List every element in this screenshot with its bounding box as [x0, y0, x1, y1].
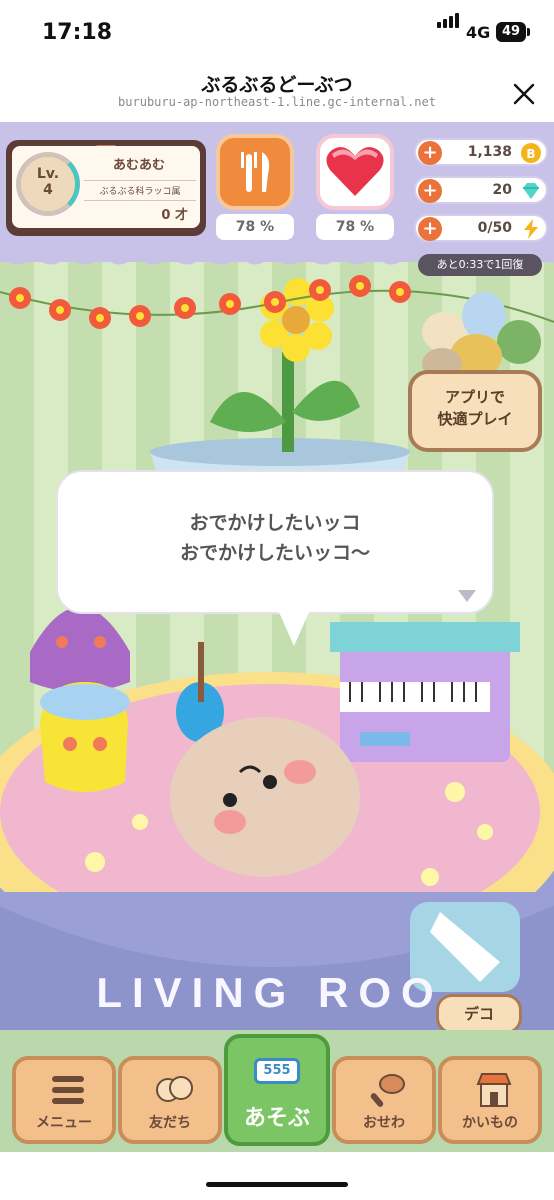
nav-menu-button[interactable]: メニュー [12, 1056, 116, 1144]
app-play-button[interactable]: アプリで 快適プレイ [408, 370, 542, 452]
app-button-line1: アプリで [444, 388, 505, 406]
add-energy-icon[interactable]: + [418, 217, 442, 241]
level-badge: Lv. 4 [16, 152, 80, 216]
nav-play-button[interactable]: 555 あそぶ [224, 1034, 330, 1146]
hunger-percent: 78 % [216, 214, 294, 240]
coin-value: 1,138 [467, 144, 512, 160]
add-gems-icon[interactable]: + [418, 179, 442, 203]
fork-knife-icon [241, 152, 270, 192]
gem-value: 20 [492, 182, 512, 198]
next-arrow-icon [458, 590, 476, 602]
nav-shop-label: かいもの [462, 1115, 518, 1131]
gem-icon [523, 183, 539, 199]
add-coins-icon[interactable]: + [418, 141, 442, 165]
nav-care-button[interactable]: おせわ [332, 1056, 436, 1144]
player-age: 0 才 [161, 208, 188, 223]
level-value: 4 [43, 182, 53, 198]
nav-friends-button[interactable]: 友だち [118, 1056, 222, 1144]
energy-value: 0/50 [477, 220, 512, 236]
battery-icon: 49 [496, 22, 530, 42]
brush-icon [370, 1074, 405, 1107]
speech-bubble-tail [278, 610, 310, 646]
heart-icon [326, 147, 384, 196]
lightning-icon [524, 219, 538, 239]
level-label: Lv. [36, 166, 60, 182]
speech-bubble[interactable]: おでかけしたいッコ おでかけしたいッコ〜 [56, 470, 494, 614]
page-url: buruburu-ap-northeast-1.line.gc-internal… [118, 95, 436, 109]
nav-friends-label: 友だち [149, 1115, 191, 1131]
energy-counter[interactable]: + 0/50 [414, 214, 548, 242]
menu-icon [52, 1076, 84, 1104]
speech-line1: おでかけしたいッコ [189, 512, 361, 534]
friends-icon [156, 1076, 193, 1102]
nav-shop-button[interactable]: かいもの [438, 1056, 542, 1144]
nav-menu-label: メニュー [36, 1115, 92, 1131]
deco-button[interactable]: デコ [436, 994, 522, 1034]
page-title: ぶるぶるどーぶつ [201, 74, 353, 96]
speech-line2: おでかけしたいッコ〜 [179, 542, 370, 564]
hunger-stat[interactable] [216, 134, 294, 210]
love-stat[interactable] [316, 134, 394, 210]
game-canvas: LIVING ROO Lv. 4 あむあむ ぶるぶる科ラッコ属 0 才 78 %… [0, 122, 554, 1152]
home-indicator-bar [0, 1152, 554, 1200]
love-percent: 78 % [316, 214, 394, 240]
slot-machine-icon: 555 [254, 1058, 300, 1084]
gem-counter[interactable]: + 20 [414, 176, 548, 204]
nav-care-label: おせわ [363, 1115, 405, 1131]
browser-header: ぶるぶるどーぶつ buruburu-ap-northeast-1.line.gc… [0, 64, 554, 122]
player-species: ぶるぶる科ラッコ属 [84, 180, 196, 201]
coin-icon: B [521, 143, 541, 163]
app-button-line2: 快適プレイ [437, 410, 513, 428]
close-icon[interactable] [510, 80, 538, 108]
status-time: 17:18 [42, 20, 113, 45]
network-type: 4G [466, 23, 491, 42]
coin-counter[interactable]: + 1,138 B [414, 138, 548, 166]
svg-text:B: B [526, 147, 535, 161]
status-bar: 17:18 4G 49 [0, 0, 554, 64]
app-screen: 17:18 4G 49 ぶるぶるどーぶつ buruburu-ap-northea… [0, 0, 554, 1200]
energy-recovery-timer: あと0:33で1回復 [418, 254, 542, 276]
room-sign: LIVING ROO [96, 969, 443, 1016]
friends-group-icon [422, 292, 541, 380]
shop-icon [476, 1073, 512, 1107]
player-info-card[interactable]: Lv. 4 あむあむ ぶるぶる科ラッコ属 0 才 [6, 140, 206, 236]
nav-play-label: あそぶ [243, 1106, 310, 1131]
bottom-nav: メニュー 友だち 555 あそぶ おせわ かいもの [0, 1030, 554, 1152]
player-name: あむあむ [112, 158, 165, 173]
